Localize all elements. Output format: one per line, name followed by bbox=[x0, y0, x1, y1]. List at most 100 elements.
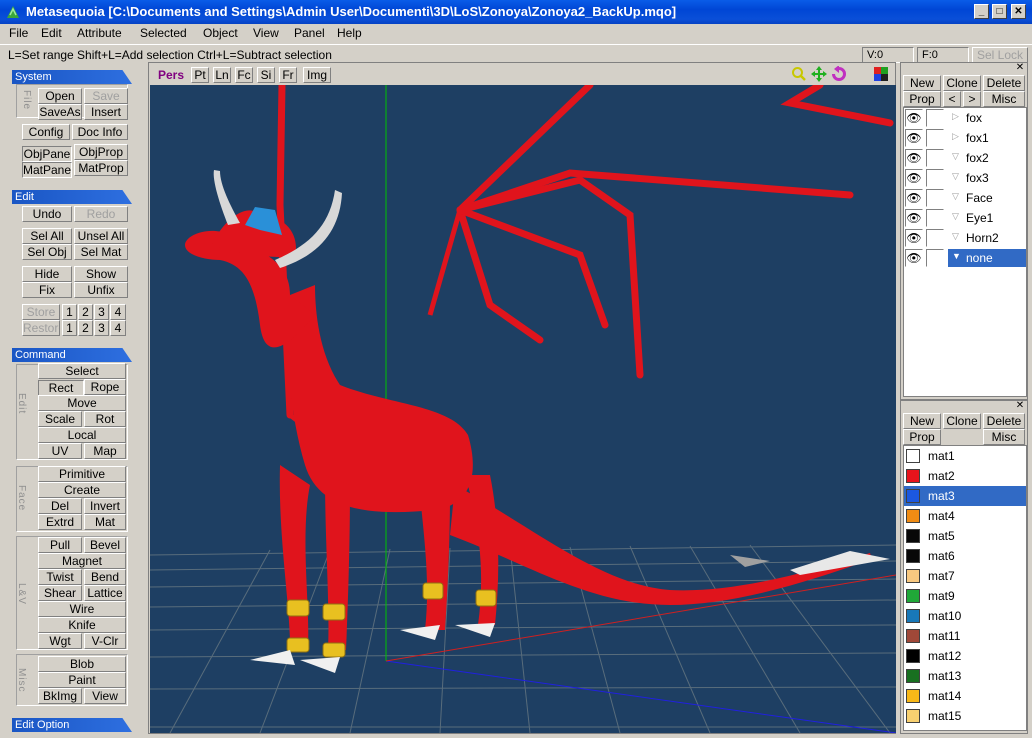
restore-slot-3[interactable]: 3 bbox=[94, 320, 109, 336]
expand-arrow-icon[interactable]: ▷ bbox=[952, 111, 959, 122]
object-row-eye1[interactable]: 👁 ▽ Eye1 bbox=[904, 208, 1026, 228]
weight-button[interactable]: Wgt bbox=[38, 633, 82, 649]
visibility-eye-icon[interactable]: 👁 bbox=[905, 249, 923, 267]
material-row-mat14[interactable]: mat14 bbox=[904, 686, 1026, 706]
menu-edit[interactable]: Edit bbox=[41, 26, 62, 40]
menu-panel[interactable]: Panel bbox=[294, 26, 325, 40]
rotate-view-icon[interactable] bbox=[831, 66, 847, 82]
create-button[interactable]: Create bbox=[38, 482, 126, 498]
rope-select-button[interactable]: Rope bbox=[84, 379, 126, 395]
menu-help[interactable]: Help bbox=[337, 26, 362, 40]
knife-button[interactable]: Knife bbox=[38, 617, 126, 633]
expand-arrow-icon[interactable]: ▽ bbox=[952, 151, 959, 162]
select-object-button[interactable]: Sel Obj bbox=[22, 244, 72, 260]
paint-button[interactable]: Paint bbox=[38, 672, 126, 688]
rect-select-button[interactable]: Rect bbox=[38, 380, 84, 396]
view-button[interactable]: View bbox=[84, 688, 126, 704]
3d-viewport[interactable]: Pers Pt Ln Fc Si Fr Img bbox=[148, 62, 896, 734]
lock-toggle[interactable] bbox=[926, 189, 944, 207]
lock-toggle[interactable] bbox=[926, 209, 944, 227]
lock-toggle[interactable] bbox=[926, 109, 944, 127]
maximize-button[interactable]: □ bbox=[992, 4, 1007, 19]
extrude-button[interactable]: Extrd bbox=[38, 514, 82, 530]
object-row-fox2[interactable]: 👁 ▽ fox2 bbox=[904, 148, 1026, 168]
visibility-eye-icon[interactable]: 👁 bbox=[905, 189, 923, 207]
visibility-eye-icon[interactable]: 👁 bbox=[905, 229, 923, 247]
redo-button[interactable]: Redo bbox=[74, 206, 128, 222]
expand-arrow-icon[interactable]: ▷ bbox=[952, 131, 959, 142]
uv-tool-button[interactable]: UV bbox=[38, 443, 82, 459]
material-row-mat11[interactable]: mat11 bbox=[904, 626, 1026, 646]
material-row-mat3[interactable]: mat3 bbox=[904, 486, 1026, 506]
material-row-mat15[interactable]: mat15 bbox=[904, 706, 1026, 726]
title-bar[interactable]: Metasequoia [C:\Documents and Settings\A… bbox=[0, 0, 1032, 24]
show-button[interactable]: Show bbox=[74, 266, 128, 282]
docinfo-button[interactable]: Doc Info bbox=[72, 124, 128, 140]
edit-header[interactable]: Edit bbox=[12, 190, 132, 204]
object-delete-button[interactable]: Delete bbox=[983, 75, 1025, 91]
material-assign-button[interactable]: Mat bbox=[84, 514, 126, 530]
move-tool-button[interactable]: Move bbox=[38, 395, 126, 411]
save-button[interactable]: Save bbox=[84, 88, 128, 104]
visibility-eye-icon[interactable]: 👁 bbox=[905, 129, 923, 147]
move-view-icon[interactable] bbox=[811, 66, 827, 82]
fix-button[interactable]: Fix bbox=[22, 282, 72, 298]
object-row-face[interactable]: 👁 ▽ Face bbox=[904, 188, 1026, 208]
material-row-mat4[interactable]: mat4 bbox=[904, 506, 1026, 526]
close-button[interactable]: ✕ bbox=[1011, 4, 1026, 19]
restore-button[interactable]: Restore bbox=[22, 320, 60, 336]
wire-button[interactable]: Wire bbox=[38, 601, 126, 617]
color-grid-icon[interactable] bbox=[873, 66, 889, 82]
menu-selected[interactable]: Selected bbox=[140, 26, 187, 40]
menu-view[interactable]: View bbox=[253, 26, 279, 40]
command-header[interactable]: Command bbox=[12, 348, 132, 362]
minimize-button[interactable]: _ bbox=[974, 4, 989, 19]
select-tool-button[interactable]: Select bbox=[38, 363, 126, 379]
lock-toggle[interactable] bbox=[926, 129, 944, 147]
store-slot-3[interactable]: 3 bbox=[94, 304, 109, 320]
config-button[interactable]: Config bbox=[22, 124, 70, 140]
objpane-toggle[interactable]: ObjPane bbox=[22, 146, 72, 162]
scale-tool-button[interactable]: Scale bbox=[38, 411, 82, 427]
local-tool-button[interactable]: Local bbox=[38, 427, 126, 443]
sel-lock-button[interactable]: Sel Lock bbox=[972, 47, 1028, 63]
object-next-button[interactable]: > bbox=[963, 91, 981, 107]
insert-button[interactable]: Insert bbox=[84, 104, 128, 120]
object-prop-button[interactable]: Prop bbox=[903, 91, 941, 107]
expand-arrow-icon[interactable]: ▽ bbox=[952, 171, 959, 182]
object-row-none[interactable]: 👁 ▼ none bbox=[904, 248, 1026, 268]
point-display-toggle[interactable]: Pt bbox=[191, 67, 209, 83]
object-panel-close-icon[interactable]: ✕ bbox=[1015, 63, 1025, 73]
rotate-tool-button[interactable]: Rot bbox=[84, 411, 126, 427]
material-row-mat1[interactable]: mat1 bbox=[904, 446, 1026, 466]
material-panel-close-icon[interactable]: ✕ bbox=[1015, 401, 1025, 411]
expand-arrow-icon[interactable]: ▼ bbox=[952, 251, 961, 261]
material-row-mat5[interactable]: mat5 bbox=[904, 526, 1026, 546]
select-all-button[interactable]: Sel All bbox=[22, 228, 72, 244]
invert-button[interactable]: Invert bbox=[84, 498, 126, 514]
map-tool-button[interactable]: Map bbox=[84, 443, 126, 459]
menu-object[interactable]: Object bbox=[203, 26, 238, 40]
saveas-button[interactable]: SaveAs bbox=[38, 104, 82, 120]
bend-button[interactable]: Bend bbox=[84, 569, 126, 585]
expand-arrow-icon[interactable]: ▽ bbox=[952, 191, 959, 202]
bevel-button[interactable]: Bevel bbox=[84, 537, 126, 553]
edit-option-header[interactable]: Edit Option bbox=[12, 718, 132, 732]
material-misc-button[interactable]: Misc bbox=[983, 429, 1025, 445]
store-slot-1[interactable]: 1 bbox=[62, 304, 77, 320]
lattice-button[interactable]: Lattice bbox=[84, 585, 126, 601]
open-button[interactable]: Open bbox=[38, 88, 82, 104]
material-row-mat7[interactable]: mat7 bbox=[904, 566, 1026, 586]
face-display-toggle[interactable]: Fc bbox=[235, 67, 253, 83]
line-display-toggle[interactable]: Ln bbox=[213, 67, 231, 83]
matpane-toggle[interactable]: MatPane bbox=[22, 162, 72, 178]
material-delete-button[interactable]: Delete bbox=[983, 413, 1025, 429]
visibility-eye-icon[interactable]: 👁 bbox=[905, 169, 923, 187]
material-prop-button[interactable]: Prop bbox=[903, 429, 941, 445]
store-slot-4[interactable]: 4 bbox=[110, 304, 126, 320]
menu-attribute[interactable]: Attribute bbox=[77, 26, 122, 40]
restore-slot-1[interactable]: 1 bbox=[62, 320, 77, 336]
unfix-button[interactable]: Unfix bbox=[74, 282, 128, 298]
material-row-mat6[interactable]: mat6 bbox=[904, 546, 1026, 566]
visibility-eye-icon[interactable]: 👁 bbox=[905, 149, 923, 167]
